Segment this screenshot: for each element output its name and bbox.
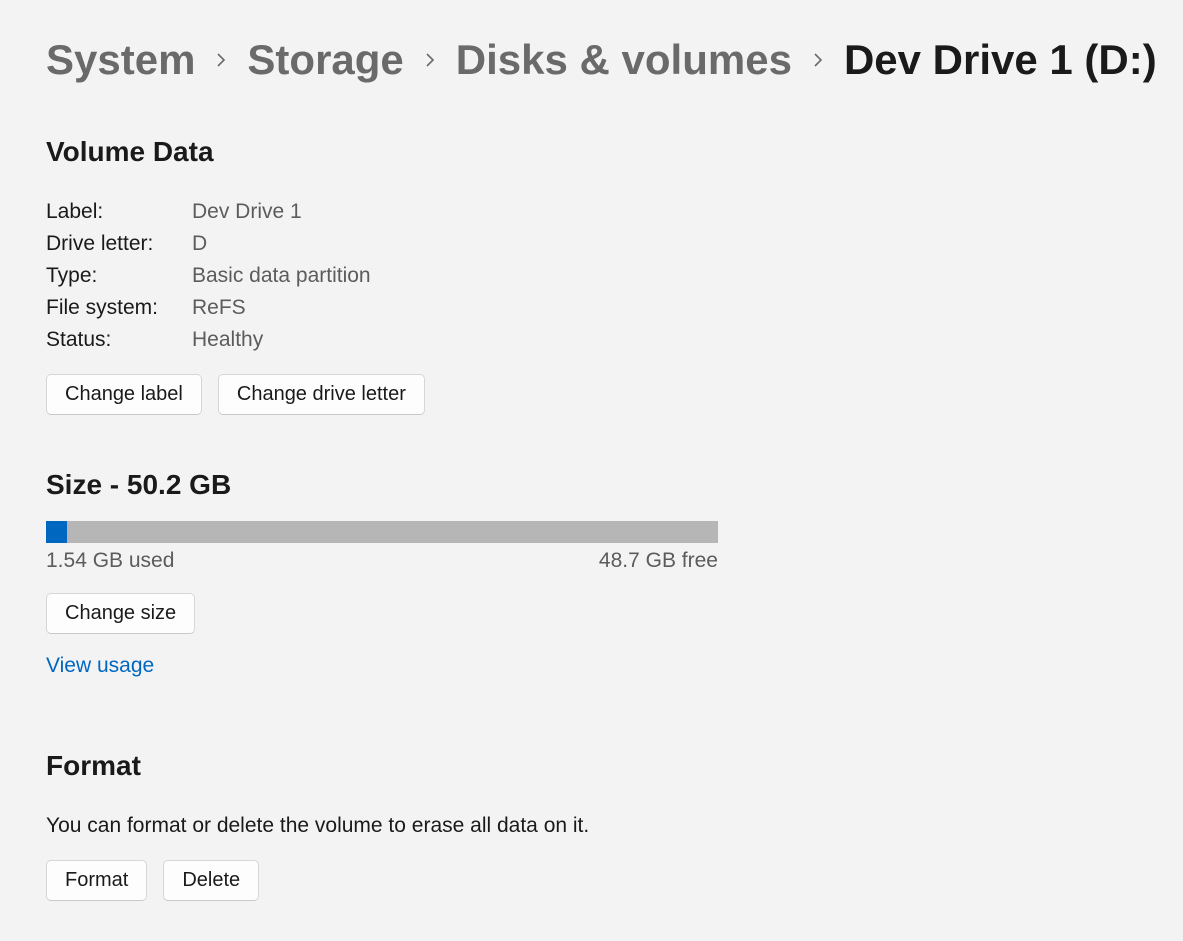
chevron-right-icon [422, 52, 438, 68]
label-value: Dev Drive 1 [192, 200, 1183, 224]
format-section: Format You can format or delete the volu… [46, 750, 1183, 901]
breadcrumb-system[interactable]: System [46, 36, 195, 84]
filesystem-value: ReFS [192, 296, 1183, 320]
chevron-right-icon [810, 52, 826, 68]
label-key: Label: [46, 200, 192, 224]
breadcrumb-storage[interactable]: Storage [247, 36, 403, 84]
chevron-right-icon [213, 52, 229, 68]
change-drive-letter-button[interactable]: Change drive letter [218, 374, 425, 415]
used-text: 1.54 GB used [46, 549, 174, 573]
change-size-button[interactable]: Change size [46, 593, 195, 634]
breadcrumb-disks-volumes[interactable]: Disks & volumes [456, 36, 792, 84]
drive-letter-value: D [192, 232, 1183, 256]
breadcrumb-current: Dev Drive 1 (D:) [844, 36, 1157, 84]
format-title: Format [46, 750, 1183, 782]
volume-data-buttons: Change label Change drive letter [46, 374, 1183, 415]
type-value: Basic data partition [192, 264, 1183, 288]
size-progress-bar [46, 521, 718, 543]
volume-data-title: Volume Data [46, 136, 1183, 168]
format-description: You can format or delete the volume to e… [46, 814, 1183, 838]
delete-button[interactable]: Delete [163, 860, 259, 901]
size-progress-fill [46, 521, 67, 543]
filesystem-key: File system: [46, 296, 192, 320]
free-text: 48.7 GB free [599, 549, 718, 573]
usage-row: 1.54 GB used 48.7 GB free [46, 549, 718, 573]
view-usage-link[interactable]: View usage [46, 654, 154, 678]
format-buttons: Format Delete [46, 860, 1183, 901]
size-section: Size - 50.2 GB 1.54 GB used 48.7 GB free… [46, 469, 1183, 678]
size-heading: Size - 50.2 GB [46, 469, 1183, 501]
volume-data-grid: Label: Dev Drive 1 Drive letter: D Type:… [46, 200, 1183, 352]
change-label-button[interactable]: Change label [46, 374, 202, 415]
drive-letter-key: Drive letter: [46, 232, 192, 256]
format-button[interactable]: Format [46, 860, 147, 901]
status-key: Status: [46, 328, 192, 352]
size-buttons: Change size [46, 593, 1183, 634]
type-key: Type: [46, 264, 192, 288]
status-value: Healthy [192, 328, 1183, 352]
breadcrumb: System Storage Disks & volumes Dev Drive… [46, 36, 1183, 84]
